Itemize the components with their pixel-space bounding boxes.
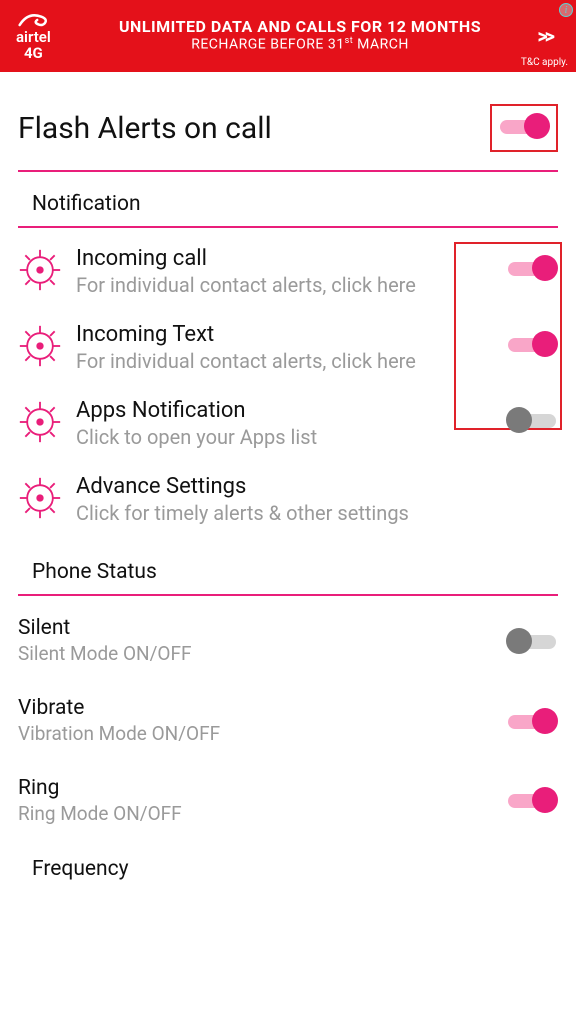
setting-title: Vibrate [18, 696, 220, 720]
setting-subtitle: Vibration Mode ON/OFF [18, 722, 220, 746]
toggle-vibrate[interactable] [506, 707, 558, 735]
ad-info-icon[interactable]: i [559, 3, 573, 17]
master-toggle-highlight [490, 104, 558, 152]
setting-body: Apps Notification Click to open your App… [76, 398, 506, 450]
airtel-swoosh-icon [16, 10, 50, 30]
ad-subline: RECHARGE BEFORE 31st MARCH [71, 36, 530, 54]
setting-title: Ring [18, 776, 182, 800]
toggle-incoming-call[interactable] [506, 254, 558, 282]
setting-toggle-wrap [506, 398, 558, 442]
setting-body: Advance Settings Click for timely alerts… [76, 474, 558, 526]
gear-icon [18, 324, 62, 368]
gear-icon [18, 476, 62, 520]
section-divider [18, 226, 558, 228]
section-divider [18, 594, 558, 596]
settings-content: Flash Alerts on call Notification Incomi… [0, 104, 576, 881]
toggle-apps-notification[interactable] [506, 406, 558, 434]
section-heading-phone-status: Phone Status [18, 540, 558, 594]
section-heading-frequency: Frequency [18, 843, 558, 881]
ad-next-arrows-icon[interactable]: >> [529, 24, 560, 48]
setting-title: Incoming Text [76, 322, 498, 347]
ad-brand-name: airtel [16, 30, 51, 45]
setting-row-advance-settings[interactable]: Advance Settings Click for timely alerts… [18, 464, 558, 540]
setting-body: Incoming call For individual contact ale… [76, 246, 506, 298]
ad-terms: T&C apply. [521, 57, 568, 68]
toggle-incoming-text[interactable] [506, 330, 558, 358]
ad-headline: UNLIMITED DATA AND CALLS FOR 12 MONTHS [71, 18, 530, 36]
ad-brand-sub: 4G [24, 45, 43, 62]
notification-list: Incoming call For individual contact ale… [18, 236, 558, 540]
setting-title: Apps Notification [76, 398, 498, 423]
setting-subtitle: Click to open your Apps list [76, 425, 498, 450]
ad-copy: UNLIMITED DATA AND CALLS FOR 12 MONTHS R… [71, 18, 530, 55]
setting-subtitle: Click for timely alerts & other settings [76, 501, 550, 526]
setting-body: Silent Silent Mode ON/OFF [18, 616, 192, 666]
master-toggle[interactable] [498, 112, 550, 140]
setting-row-apps-notification[interactable]: Apps Notification Click to open your App… [18, 388, 558, 464]
setting-row-incoming-call[interactable]: Incoming call For individual contact ale… [18, 236, 558, 312]
toggle-silent[interactable] [506, 627, 558, 655]
setting-title: Silent [18, 616, 192, 640]
toggle-ring[interactable] [506, 786, 558, 814]
setting-row-incoming-text[interactable]: Incoming Text For individual contact ale… [18, 312, 558, 388]
status-row-vibrate[interactable]: Vibrate Vibration Mode ON/OFF [18, 684, 558, 764]
section-heading-notification: Notification [18, 172, 558, 226]
status-row-silent[interactable]: Silent Silent Mode ON/OFF [18, 604, 558, 684]
page-title: Flash Alerts on call [18, 111, 272, 146]
setting-toggle-wrap [506, 322, 558, 366]
setting-title: Incoming call [76, 246, 498, 271]
gear-icon [18, 400, 62, 444]
gear-icon [18, 248, 62, 292]
setting-toggle-wrap [506, 246, 558, 290]
status-row-ring[interactable]: Ring Ring Mode ON/OFF [18, 764, 558, 844]
setting-subtitle: For individual contact alerts, click her… [76, 349, 498, 374]
setting-subtitle: Silent Mode ON/OFF [18, 642, 192, 666]
setting-subtitle: Ring Mode ON/OFF [18, 802, 182, 826]
setting-body: Incoming Text For individual contact ale… [76, 322, 506, 374]
setting-body: Vibrate Vibration Mode ON/OFF [18, 696, 220, 746]
ad-brand-logo: airtel 4G [16, 10, 51, 62]
setting-body: Ring Ring Mode ON/OFF [18, 776, 182, 826]
main-title-row: Flash Alerts on call [18, 104, 558, 172]
ad-banner[interactable]: airtel 4G UNLIMITED DATA AND CALLS FOR 1… [0, 0, 576, 72]
setting-subtitle: For individual contact alerts, click her… [76, 273, 498, 298]
setting-title: Advance Settings [76, 474, 550, 499]
